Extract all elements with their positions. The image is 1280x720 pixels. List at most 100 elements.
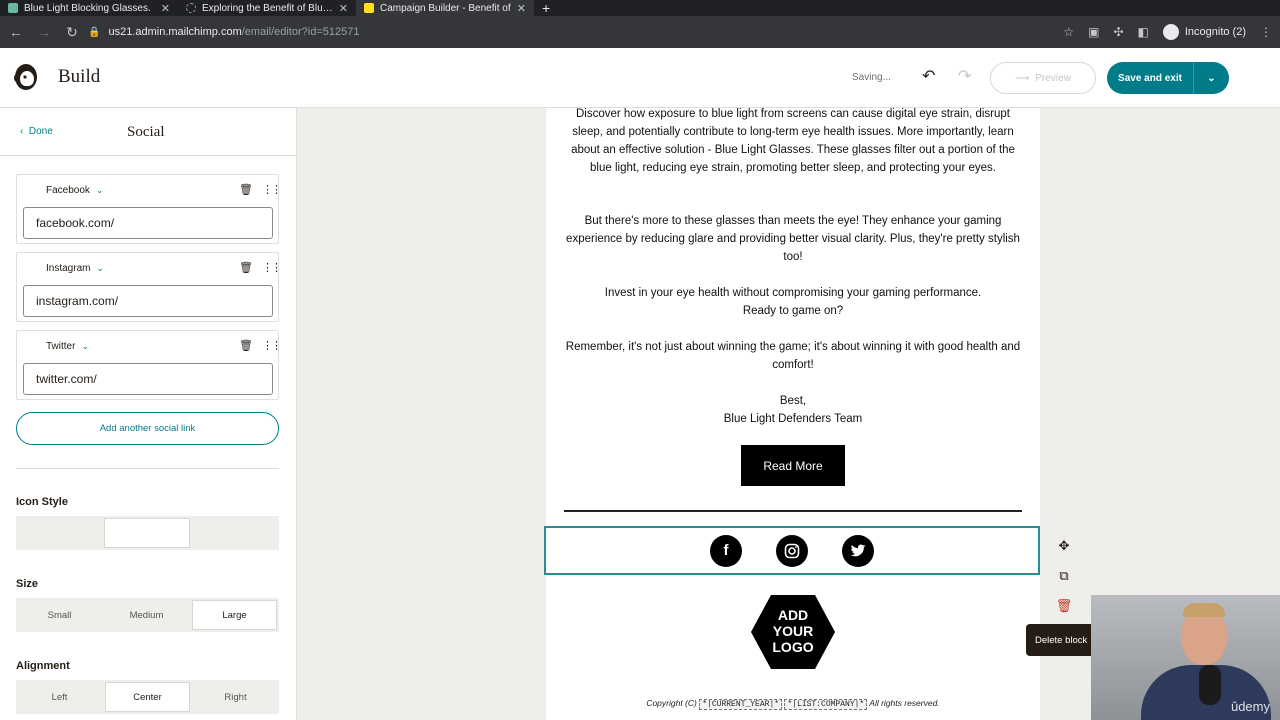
address-bar: ← → ↻ 🔒 us21.admin.mailchimp.com/email/e… bbox=[0, 16, 1280, 48]
logo-text-line: YOUR bbox=[773, 623, 813, 639]
profile-label: Incognito (2) bbox=[1184, 26, 1246, 38]
panel-title: Social bbox=[127, 124, 165, 140]
block-toolbar: ✥ ⧉ 🗑 bbox=[1054, 538, 1074, 614]
done-label: Done bbox=[28, 126, 53, 137]
duplicate-icon[interactable]: ⧉ bbox=[1059, 568, 1068, 584]
browser-tab-bar: Blue Light Blocking Glasses. ✕ Exploring… bbox=[0, 0, 1280, 16]
email-preview: Discover how exposure to blue light from… bbox=[544, 108, 1040, 720]
tab-close-icon[interactable]: ✕ bbox=[517, 2, 526, 15]
puzzle-icon[interactable]: ✣ bbox=[1113, 25, 1123, 39]
divider-line[interactable] bbox=[564, 510, 1022, 512]
url-field[interactable]: 🔒 us21.admin.mailchimp.com/email/editor?… bbox=[84, 20, 1094, 44]
merge-tag: *|CURRENT_YEAR|* bbox=[699, 699, 783, 710]
extension-icon[interactable]: ▣ bbox=[1088, 25, 1099, 39]
twitter-glyph bbox=[850, 544, 866, 556]
drag-handle-icon[interactable]: ⋮⋮ bbox=[262, 339, 282, 352]
sidepanel-icon[interactable]: ◧ bbox=[1138, 25, 1149, 39]
size-selector: Small Medium Large bbox=[16, 598, 279, 632]
drag-handle-icon[interactable]: ⋮⋮ bbox=[262, 261, 282, 274]
tab-title: Blue Light Blocking Glasses. bbox=[24, 2, 151, 14]
social-url-input[interactable] bbox=[23, 207, 273, 239]
icon-style-label: Icon Style bbox=[16, 496, 68, 508]
facebook-icon[interactable]: f bbox=[710, 534, 742, 567]
merge-tag: *|LIST:COMPANY|* bbox=[784, 699, 868, 710]
drag-handle-icon[interactable]: ⋮⋮ bbox=[262, 183, 282, 196]
trash-icon[interactable]: 🗑 bbox=[239, 183, 253, 196]
mailchimp-logo-icon[interactable] bbox=[12, 62, 40, 92]
chevron-down-icon: ⌄ bbox=[95, 185, 104, 195]
network-select[interactable]: Instagram ⌄ bbox=[46, 263, 104, 274]
trash-icon[interactable]: 🗑 bbox=[239, 261, 253, 274]
email-paragraph[interactable]: But there's more to these glasses than m… bbox=[562, 212, 1024, 266]
add-social-link-button[interactable]: Add another social link bbox=[16, 412, 279, 445]
alignment-label: Alignment bbox=[16, 660, 70, 672]
page-title: Build bbox=[58, 66, 101, 87]
network-label: Instagram bbox=[46, 263, 91, 274]
size-option-small[interactable]: Small bbox=[18, 600, 101, 630]
size-option-large[interactable]: Large bbox=[192, 600, 277, 630]
app-header: Build Saving... ↶ ↷ ⟶ Preview Save and e… bbox=[0, 48, 1280, 108]
tab-loading-icon bbox=[186, 3, 196, 13]
redo-icon[interactable]: ↷ bbox=[958, 66, 971, 86]
new-tab-icon[interactable]: + bbox=[534, 0, 558, 16]
divider bbox=[16, 468, 279, 469]
tab-close-icon[interactable]: ✕ bbox=[339, 2, 348, 15]
delete-block-icon[interactable]: 🗑 bbox=[1056, 598, 1073, 614]
size-label: Size bbox=[16, 578, 39, 590]
email-signoff[interactable]: Best, Blue Light Defenders Team bbox=[562, 392, 1024, 428]
microphone bbox=[1199, 665, 1221, 705]
browser-menu-icon[interactable]: ⋮ bbox=[1260, 25, 1272, 39]
undo-icon[interactable]: ↶ bbox=[922, 66, 935, 86]
preview-label: Preview bbox=[1035, 72, 1071, 84]
network-select[interactable]: Facebook ⌄ bbox=[46, 185, 103, 196]
panel-header: ‹ Done Social bbox=[0, 108, 296, 156]
size-option-medium[interactable]: Medium bbox=[105, 600, 188, 630]
tab-close-icon[interactable]: ✕ bbox=[161, 2, 170, 15]
save-and-exit-label: Save and exit bbox=[1118, 72, 1182, 84]
forward-icon[interactable]: → bbox=[32, 24, 56, 40]
email-paragraph[interactable]: Invest in your eye health without compro… bbox=[562, 284, 1024, 320]
browser-toolbar-right: ☆ ▣ ✣ ◧ Incognito (2) ⋮ bbox=[1063, 16, 1272, 48]
udemy-watermark: ûdemy bbox=[1230, 699, 1270, 714]
preview-button[interactable]: ⟶ Preview bbox=[990, 62, 1096, 94]
browser-tab[interactable]: Blue Light Blocking Glasses. ✕ bbox=[0, 0, 178, 16]
social-url-input[interactable] bbox=[23, 363, 273, 395]
preview-arrow-icon: ⟶ bbox=[1015, 72, 1030, 84]
bookmark-star-icon[interactable]: ☆ bbox=[1063, 25, 1074, 39]
network-label: Twitter bbox=[46, 341, 76, 352]
email-paragraph[interactable]: Discover how exposure to blue light from… bbox=[562, 108, 1024, 177]
browser-tab-active[interactable]: Campaign Builder - Benefit of ✕ bbox=[356, 0, 534, 16]
network-select[interactable]: Twitter ⌄ bbox=[46, 341, 89, 352]
chevron-down-icon[interactable]: ⌄ bbox=[1194, 73, 1229, 84]
twitter-icon[interactable] bbox=[842, 534, 874, 567]
url-host: us21.admin.mailchimp.com bbox=[108, 26, 242, 38]
save-status: Saving... bbox=[852, 72, 891, 83]
browser-tab[interactable]: Exploring the Benefit of Blue Li ✕ bbox=[178, 0, 356, 16]
social-url-input[interactable] bbox=[23, 285, 273, 317]
move-icon[interactable]: ✥ bbox=[1059, 538, 1070, 554]
alignment-option-left[interactable]: Left bbox=[18, 682, 101, 712]
logo-placeholder[interactable]: ADD YOUR LOGO bbox=[750, 593, 836, 671]
back-icon[interactable]: ← bbox=[4, 24, 28, 40]
instagram-icon[interactable] bbox=[776, 534, 808, 567]
icon-style-picker[interactable] bbox=[16, 516, 279, 550]
alignment-option-center[interactable]: Center bbox=[105, 682, 190, 712]
profile-button[interactable]: Incognito (2) bbox=[1162, 24, 1246, 40]
social-link-card: Twitter ⌄ 🗑 ⋮⋮ bbox=[16, 330, 282, 400]
reload-icon[interactable]: ↻ bbox=[60, 24, 84, 41]
social-block-selected[interactable]: f bbox=[544, 526, 1040, 575]
trash-icon[interactable]: 🗑 bbox=[239, 339, 253, 352]
lock-icon: 🔒 bbox=[88, 26, 101, 38]
save-and-exit-button[interactable]: Save and exit ⌄ bbox=[1107, 62, 1229, 94]
social-link-card: Facebook ⌄ 🗑 ⋮⋮ bbox=[16, 174, 282, 244]
read-more-button[interactable]: Read More bbox=[741, 445, 845, 486]
copyright-footer[interactable]: Copyright (C) *|CURRENT_YEAR|* *|LIST:CO… bbox=[546, 698, 1040, 710]
tab-favicon-icon bbox=[8, 3, 18, 13]
icon-style-option-selected[interactable] bbox=[104, 518, 190, 548]
instagram-glyph bbox=[784, 543, 800, 558]
alignment-option-right[interactable]: Right bbox=[194, 682, 277, 712]
chevron-down-icon: ⌄ bbox=[81, 341, 89, 351]
logo-text-line: ADD bbox=[778, 607, 808, 623]
done-link[interactable]: ‹ Done bbox=[20, 126, 53, 137]
email-paragraph[interactable]: Remember, it's not just about winning th… bbox=[562, 338, 1024, 374]
